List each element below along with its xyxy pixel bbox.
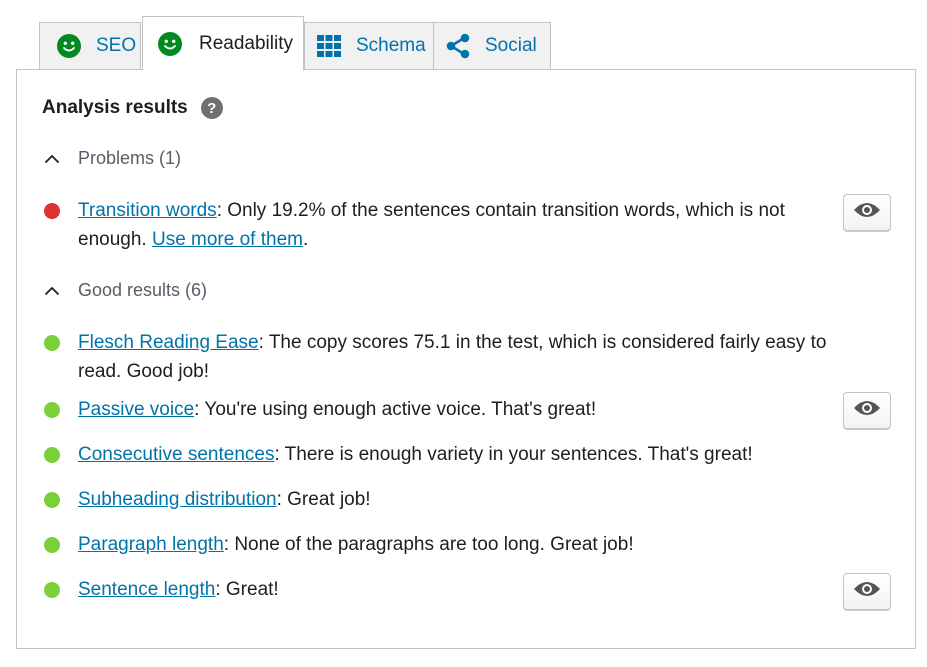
good-results-toggle[interactable]: Good results (6) (42, 280, 207, 301)
analysis-results-panel: Analysis results ? Problems (1) Transiti… (16, 69, 916, 649)
result-sentence-length: Sentence length: Great! (42, 575, 832, 604)
eye-icon (853, 399, 881, 422)
tab-social[interactable]: Social (433, 22, 551, 70)
smiley-good-icon (157, 31, 183, 57)
analysis-results-heading: Analysis results ? (42, 97, 223, 119)
highlight-sentence-length-button[interactable] (843, 573, 891, 610)
problems-label: Problems (1) (78, 148, 182, 168)
result-text: : You're using enough active voice. That… (194, 399, 597, 420)
status-bullet-green (44, 537, 60, 553)
flesch-reading-ease-link[interactable]: Flesch Reading Ease (78, 332, 259, 353)
status-bullet-green (44, 492, 60, 508)
consecutive-sentences-link[interactable]: Consecutive sentences (78, 444, 274, 465)
share-icon (445, 33, 471, 59)
tab-readability[interactable]: Readability (142, 16, 304, 71)
tab-social-label: Social (485, 35, 537, 56)
result-subheading-distribution: Subheading distribution: Great job! (42, 485, 832, 514)
tab-seo[interactable]: SEO (39, 22, 141, 70)
help-icon[interactable]: ? (200, 97, 223, 119)
result-consecutive-sentences: Consecutive sentences: There is enough v… (42, 440, 832, 469)
problems-toggle[interactable]: Problems (1) (42, 148, 181, 169)
tab-readability-label: Readability (199, 32, 293, 54)
result-text: : There is enough variety in your senten… (274, 444, 753, 465)
result-passive-voice: Passive voice: You're using enough activ… (42, 395, 832, 424)
page-title: Analysis results (42, 97, 188, 118)
highlight-passive-voice-button[interactable] (843, 392, 891, 429)
result-text: : Great job! (276, 489, 371, 510)
use-more-link[interactable]: Use more of them (152, 229, 303, 250)
chevron-up-icon (42, 281, 62, 301)
transition-words-link[interactable]: Transition words (78, 200, 217, 221)
chevron-up-icon (42, 149, 62, 169)
result-paragraph-length: Paragraph length: None of the paragraphs… (42, 530, 832, 559)
passive-voice-link[interactable]: Passive voice (78, 399, 194, 420)
subheading-distribution-link[interactable]: Subheading distribution (78, 489, 277, 510)
paragraph-length-link[interactable]: Paragraph length (78, 534, 224, 555)
result-text: : Great! (215, 579, 279, 600)
status-bullet-green (44, 582, 60, 598)
eye-icon (853, 201, 881, 224)
tab-schema-label: Schema (356, 35, 426, 56)
status-bullet-green (44, 335, 60, 351)
grid-icon (316, 33, 342, 59)
sentence-length-link[interactable]: Sentence length (78, 579, 215, 600)
result-text: : None of the paragraphs are too long. G… (223, 534, 634, 555)
result-flesch-reading-ease: Flesch Reading Ease: The copy scores 75.… (42, 328, 832, 386)
good-results-label: Good results (6) (78, 280, 208, 300)
status-bullet-green (44, 402, 60, 418)
status-bullet-red (44, 203, 60, 219)
result-text-end: . (302, 229, 309, 250)
tab-seo-label: SEO (96, 35, 137, 56)
result-transition-words: Transition words: Only 19.2% of the sent… (42, 196, 832, 254)
smiley-good-icon (56, 33, 82, 59)
status-bullet-green (44, 447, 60, 463)
tab-schema[interactable]: Schema (304, 22, 434, 70)
eye-icon (853, 580, 881, 603)
highlight-transition-words-button[interactable] (843, 194, 891, 231)
